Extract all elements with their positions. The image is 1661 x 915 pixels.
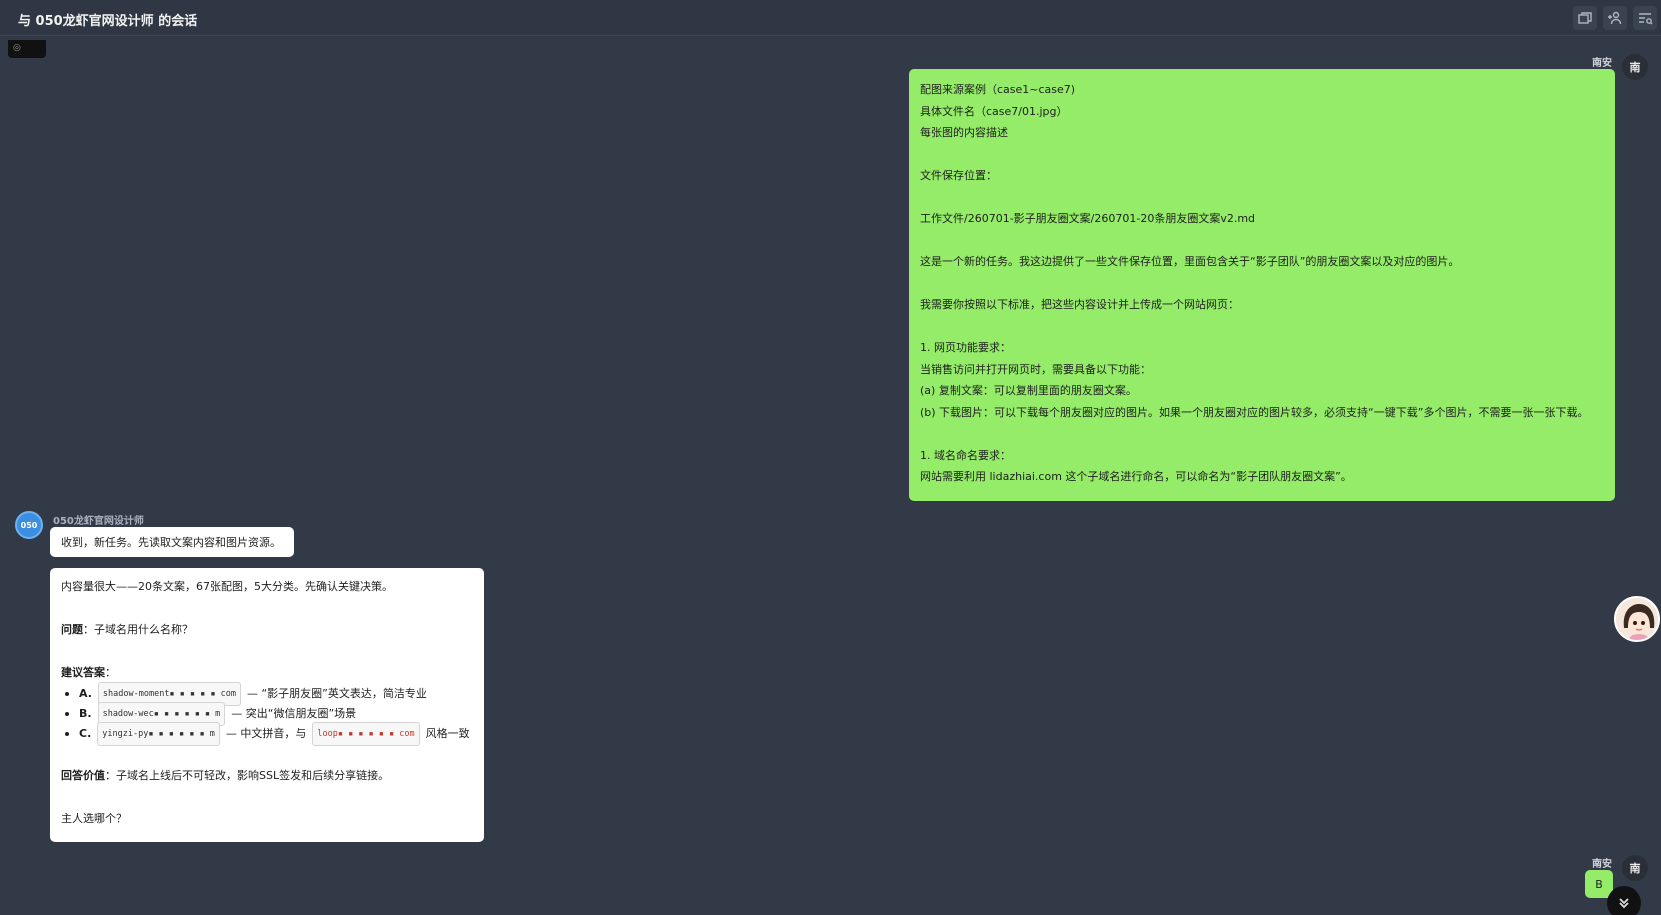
domain-code[interactable]: yingzi-py▪ ▪ ▪ ▪ ▪ ▪ m xyxy=(97,721,220,746)
list-item: C. yingzi-py▪ ▪ ▪ ▪ ▪ ▪ m — 中文拼音，与 loop▪ ▪ … xyxy=(61,721,473,746)
chevron-double-down-icon xyxy=(1619,898,1629,909)
search-list-icon[interactable] xyxy=(1633,6,1657,30)
add-user-icon[interactable] xyxy=(1603,6,1627,30)
message-bubble-bot: 内容量很大——20条文案，67张配图，5大分类。先确认关键决策。 问题：子域名用… xyxy=(50,568,484,842)
message-line: 1. 网页功能要求： xyxy=(920,341,1011,354)
message-line xyxy=(920,316,1604,338)
assistant-avatar-icon[interactable] xyxy=(1614,596,1660,642)
message-text: 收到，新任务。先读取文案内容和图片资源。 xyxy=(61,536,281,549)
message-text: 配图来源案例（case1~case7) 具体文件名（case7/01.jpg） 每张… xyxy=(920,79,1604,488)
options-list: A. shadow-moment▪ ▪ ▪ ▪ ▪ com — “影子朋友圈”英文表… xyxy=(61,681,473,746)
message-line: 配图来源案例（case1~case7) xyxy=(920,83,1076,96)
header-actions xyxy=(1573,6,1657,30)
avatar[interactable]: 南 xyxy=(1622,54,1648,80)
page-title: 与 050龙虾官网设计师 的会话 xyxy=(18,14,198,29)
suggest-line: 建议答案： xyxy=(61,666,116,679)
value-line: 回答价值：子域名上线后不可轻改，影响SSL签发和后续分享链接。 xyxy=(61,769,390,782)
message-line: 网站需要利用 lidazhiai.com 这个子域名进行命名，可以命名为“影子团… xyxy=(920,470,1352,483)
message-line xyxy=(920,144,1604,166)
sender-name: 南安 xyxy=(1592,859,1612,870)
message-line: (a) 复制文案：可以复制里面的朋友圈文案。 xyxy=(920,384,1137,397)
closing-line: 主人选哪个？ xyxy=(61,812,127,825)
mini-chip[interactable]: ◎ xyxy=(8,40,46,58)
message-line xyxy=(920,187,1604,209)
message-line: 当销售访问并打开网页时，需要具备以下功能： xyxy=(920,362,1151,376)
bot-avatar[interactable]: 050 xyxy=(15,511,43,539)
list-item: A. shadow-moment▪ ▪ ▪ ▪ ▪ com — “影子朋友圈”英文表… xyxy=(61,681,473,706)
message-line: 每张图的内容描述 xyxy=(920,126,1008,139)
bot-name: 050龙虾官网设计师 xyxy=(53,516,144,527)
message-line: 我需要你按照以下标准，把这些内容设计并上传成一个网站网页： xyxy=(920,298,1239,311)
message-line xyxy=(920,230,1604,252)
sender-name: 南安 xyxy=(1592,58,1612,69)
message-line: 具体文件名（case7/01.jpg） xyxy=(920,104,1068,118)
message-bubble-user: 配图来源案例（case1~case7) 具体文件名（case7/01.jpg） 每张… xyxy=(909,69,1615,501)
message-line: 文件保存位置： xyxy=(920,169,997,182)
message-intro: 内容量很大——20条文案，67张配图，5大分类。先确认关键决策。 xyxy=(61,580,393,593)
message-bubble-bot: 收到，新任务。先读取文案内容和图片资源。 xyxy=(50,527,294,557)
message-line: 工作文件/260701-影子朋友圈文案/260701-20条朋友圈文案v2.md xyxy=(920,212,1256,225)
chat-header: 与 050龙虾官网设计师 的会话 xyxy=(0,0,1661,36)
domain-code[interactable]: loop▪ ▪ ▪ ▪ ▪ ▪ com xyxy=(312,721,420,746)
message-line: 这是一个新的任务。我这边提供了一些文件保存位置，里面包含关于“影子团队”的朋友圈… xyxy=(920,255,1460,268)
message-line xyxy=(920,273,1604,295)
scroll-to-bottom-button[interactable] xyxy=(1607,886,1641,915)
list-item: B. shadow-wec▪ ▪ ▪ ▪ ▪ ▪ m — 突出“微信朋友圈”场景 xyxy=(61,701,473,726)
message-line: (b) 下载图片：可以下载每个朋友圈对应的图片。如果一个朋友圈对应的图片较多，必… xyxy=(920,405,1589,419)
window-icon[interactable] xyxy=(1573,6,1597,30)
message-line: 1. 域名命名要求： xyxy=(920,448,1011,462)
message-line xyxy=(920,423,1604,445)
question-line: 问题：子域名用什么名称？ xyxy=(61,623,193,636)
avatar[interactable]: 南 xyxy=(1622,855,1648,881)
